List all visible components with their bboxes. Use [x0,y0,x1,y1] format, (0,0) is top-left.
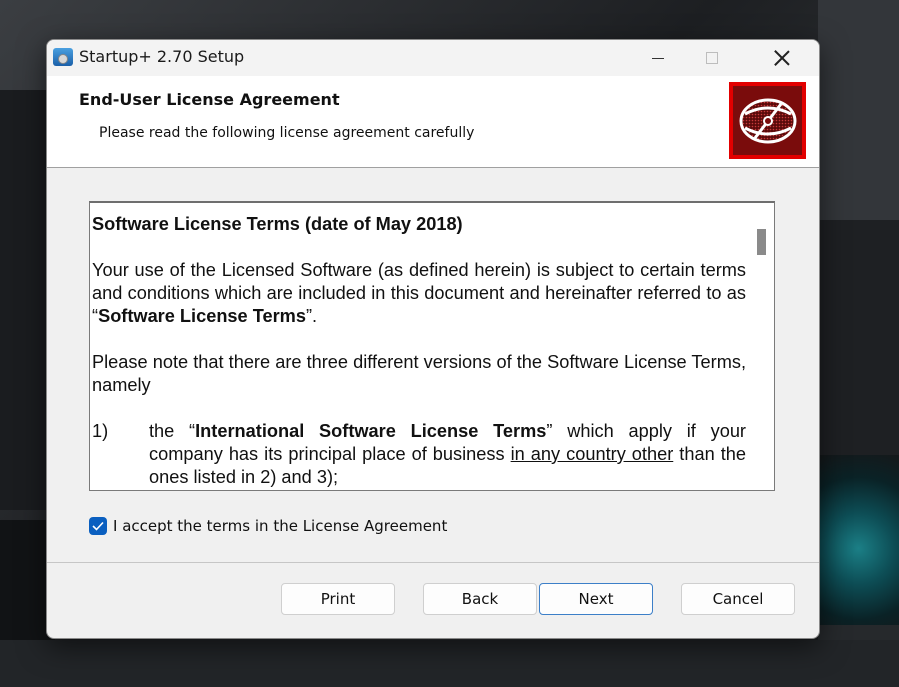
close-button[interactable] [759,40,805,76]
back-button[interactable]: Back [423,583,537,615]
accept-terms-row[interactable]: I accept the terms in the License Agreem… [89,516,447,536]
close-icon [774,50,790,66]
maximize-icon [706,52,718,64]
page-title: End-User License Agreement [79,90,340,109]
next-button[interactable]: Next [539,583,653,615]
license-list-item: 1) the “International Software License T… [92,421,746,487]
license-paragraph-2: Please note that there are three differe… [92,352,746,395]
license-paragraph-1: Your use of the Licensed Software (as de… [92,260,746,326]
scrollbar-thumb[interactable] [757,229,766,255]
minimize-icon [652,57,664,59]
divider [47,562,819,563]
title-bar[interactable]: Startup+ 2.70 Setup [47,40,819,76]
license-heading: Software License Terms (date of May 2018… [92,214,463,234]
setup-window: Startup+ 2.70 Setup End-User License Agr… [46,39,820,639]
accept-label[interactable]: I accept the terms in the License Agreem… [113,517,447,535]
license-text-box[interactable]: Software License Terms (date of May 2018… [89,201,775,491]
accept-checkbox[interactable] [89,517,107,535]
product-logo [729,82,806,159]
license-scrollbar[interactable] [750,203,774,490]
header-banner: End-User License Agreement Please read t… [47,76,819,168]
maximize-button[interactable] [689,40,735,76]
print-button[interactable]: Print [281,583,395,615]
disc-logo-icon [739,98,796,143]
minimize-button[interactable] [635,40,681,76]
page-subtitle: Please read the following license agreem… [99,125,475,141]
window-title: Startup+ 2.70 Setup [79,47,245,66]
installer-disc-icon [53,48,73,66]
cancel-button[interactable]: Cancel [681,583,795,615]
checkmark-icon [92,521,104,531]
license-text: Software License Terms (date of May 2018… [92,213,746,489]
